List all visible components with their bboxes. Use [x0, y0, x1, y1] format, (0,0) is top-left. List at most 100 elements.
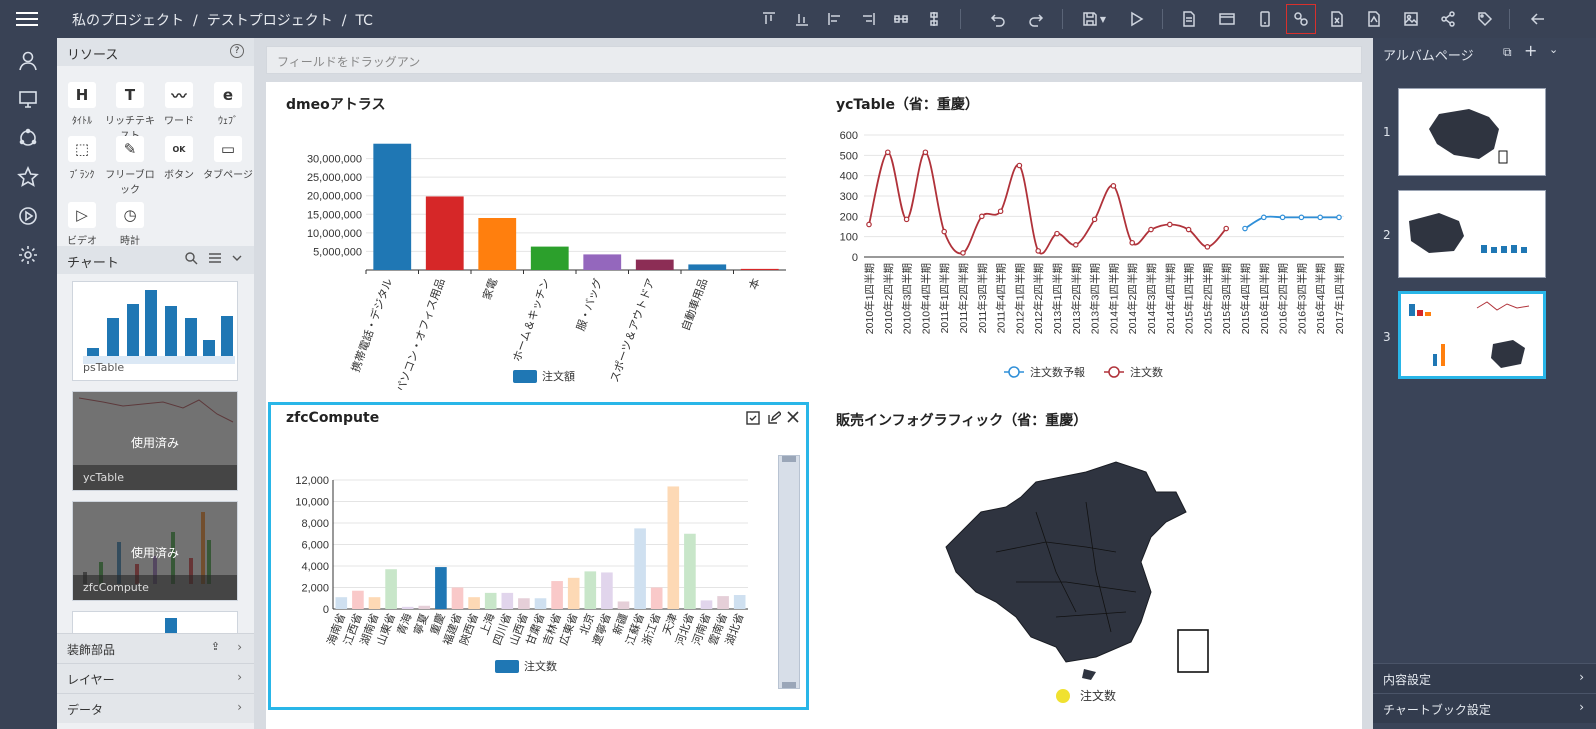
- resource-rich-text[interactable]: Tリッチテキスト: [105, 82, 155, 142]
- x-tick-label: 2017年1四半期: [1333, 263, 1346, 334]
- align-top-icon[interactable]: [757, 7, 781, 31]
- series-line: [868, 151, 1227, 255]
- upload-icon[interactable]: ⇪: [211, 640, 220, 653]
- copy-icon[interactable]: ⧉: [1503, 45, 1512, 60]
- slider-handle-top[interactable]: [782, 456, 796, 462]
- resource-blank[interactable]: ⬚ ﾌﾞﾗﾝｸ: [57, 136, 107, 181]
- breadcrumb-subproject[interactable]: テストプロジェクト: [207, 13, 333, 29]
- section-layer[interactable]: レイヤー ›: [57, 663, 254, 693]
- slider-handle-bottom[interactable]: [782, 682, 796, 688]
- datazoom-slider[interactable]: [778, 455, 800, 689]
- section-data[interactable]: データ ›: [57, 693, 254, 723]
- help-icon[interactable]: ?: [230, 44, 244, 58]
- breadcrumb-project[interactable]: 私のプロジェクト: [72, 13, 184, 29]
- export-excel-icon[interactable]: [1325, 7, 1349, 31]
- legend-marker: [1108, 366, 1120, 378]
- used-label: 使用済み: [130, 546, 179, 560]
- legend-marker: [1008, 366, 1020, 378]
- chart3-title: zfcCompute: [286, 410, 380, 426]
- resource-free-block[interactable]: ✎ フリーブロック: [105, 136, 155, 196]
- distribute-h-icon[interactable]: [889, 7, 913, 31]
- align-right-icon[interactable]: [856, 7, 880, 31]
- export-pdf-icon[interactable]: [1362, 7, 1386, 31]
- resource-video[interactable]: ▷ ビデオ: [57, 202, 107, 247]
- data-point: [1072, 242, 1079, 248]
- hamburger-menu-icon[interactable]: [16, 9, 38, 27]
- bar: [373, 143, 412, 270]
- top-bar: 私のプロジェクト / テストプロジェクト / TC ▼: [0, 0, 1596, 38]
- x-tick-label: 2011年2四半期: [957, 263, 970, 333]
- card-icon[interactable]: [1215, 7, 1239, 31]
- legend-label: 注文数: [1130, 365, 1163, 379]
- chart-thumb-zfccompute[interactable]: 使用済み zfcCompute: [72, 501, 238, 601]
- save-icon[interactable]: ▼: [1077, 7, 1111, 31]
- content-settings[interactable]: 内容設定 ›: [1373, 663, 1596, 693]
- bar: [368, 597, 381, 609]
- album-page-1[interactable]: [1398, 88, 1546, 176]
- x-tick-label: 携帯電話・デジタル: [348, 276, 395, 374]
- resource-tab-page[interactable]: ▭ タブページ: [203, 136, 253, 181]
- x-tick-label: 2016年4四半期: [1314, 263, 1327, 334]
- data-point: [1035, 248, 1042, 254]
- chart-thumb-pstable[interactable]: psTable: [72, 281, 238, 381]
- share-icon[interactable]: [1436, 7, 1460, 31]
- x-tick-label: ホーム＆キッチン: [510, 277, 552, 364]
- tag-icon[interactable]: [1473, 7, 1497, 31]
- resource-clock[interactable]: ◷ 時計: [105, 202, 155, 247]
- star-icon[interactable]: [17, 166, 39, 188]
- play-circle-icon[interactable]: [17, 205, 39, 227]
- chart-thumb-yctable[interactable]: 使用済み ycTable: [72, 391, 238, 491]
- search-icon[interactable]: [184, 251, 198, 269]
- distribute-v-icon[interactable]: [922, 7, 946, 31]
- album-title: アルバムページ: [1383, 49, 1474, 64]
- edit-icon[interactable]: [767, 411, 783, 428]
- data-point: [960, 250, 966, 256]
- x-tick-label: 家電: [479, 276, 500, 301]
- bar: [584, 571, 597, 609]
- chevron-down-icon[interactable]: ⌄: [1549, 43, 1558, 56]
- list-icon[interactable]: [208, 251, 222, 269]
- bar: [635, 259, 674, 270]
- back-icon[interactable]: [1526, 7, 1550, 31]
- add-page-icon[interactable]: +: [1524, 41, 1537, 60]
- export-image-icon[interactable]: [1399, 7, 1423, 31]
- chart3-selection-frame[interactable]: zfcCompute 0 2,000 4,000 6,000 8,000 10,000 12…: [268, 402, 809, 710]
- resource-panel: リソース ? Hﾀｲﾄﾙ Tリッチテキスト 〰ワード eｳｪﾌﾞ ⬚ﾌﾞﾗﾝｸ …: [57, 38, 254, 729]
- settings-icon[interactable]: [17, 244, 39, 266]
- bar: [530, 246, 569, 270]
- undo-icon[interactable]: [986, 7, 1010, 31]
- bar: [435, 567, 447, 609]
- album-page-2[interactable]: [1398, 190, 1546, 278]
- close-icon[interactable]: [786, 410, 800, 427]
- chart1-bar[interactable]: 5,000,000 10,000,000 15,000,000 20,000,000 2…: [266, 120, 811, 390]
- check-icon[interactable]: [746, 411, 760, 428]
- monitor-icon[interactable]: [17, 88, 39, 110]
- chart2-line[interactable]: 0 100 200 300 400 500 600 2010年1四半期 2010年2四半期 201…: [814, 120, 1354, 395]
- align-bottom-icon[interactable]: [790, 7, 814, 31]
- link-icon[interactable]: [1286, 4, 1316, 34]
- preview-icon[interactable]: [1124, 7, 1148, 31]
- resource-web[interactable]: e ｳｪﾌﾞ: [203, 82, 253, 127]
- album-page-3[interactable]: [1398, 291, 1546, 379]
- refresh-icon[interactable]: [17, 127, 39, 149]
- y-tick-label: 10,000: [295, 497, 329, 509]
- section-decoration[interactable]: 装飾部品 ⇪ ›: [57, 633, 254, 663]
- mobile-icon[interactable]: [1253, 7, 1277, 31]
- align-left-icon[interactable]: [823, 7, 847, 31]
- field-drop-bar[interactable]: フィールドをドラッグアン: [266, 46, 1362, 74]
- chartbook-settings[interactable]: チャートブック設定 ›: [1373, 693, 1596, 723]
- document-icon[interactable]: [1177, 7, 1201, 31]
- user-icon[interactable]: [17, 50, 39, 72]
- chevron-down-icon[interactable]: [230, 251, 244, 269]
- china-map: [945, 461, 1209, 680]
- chart3-bar[interactable]: 02,0004,0006,0008,00010,00012,000海南省江西省湖…: [271, 435, 781, 705]
- x-tick-label: 2013年2四半期: [1070, 263, 1083, 334]
- resource-button[interactable]: OK ボタン: [154, 136, 204, 181]
- chart-section-header: チャート: [57, 246, 254, 274]
- resource-word[interactable]: 〰ワード: [154, 82, 204, 127]
- y-tick-label: 12,000: [295, 475, 329, 487]
- x-tick-label: 2012年2四半期: [1032, 263, 1045, 334]
- redo-icon[interactable]: [1024, 7, 1048, 31]
- resource-title[interactable]: H ﾀｲﾄﾙ: [57, 82, 107, 127]
- x-tick-label: パソコン・オフィス用品: [394, 277, 448, 390]
